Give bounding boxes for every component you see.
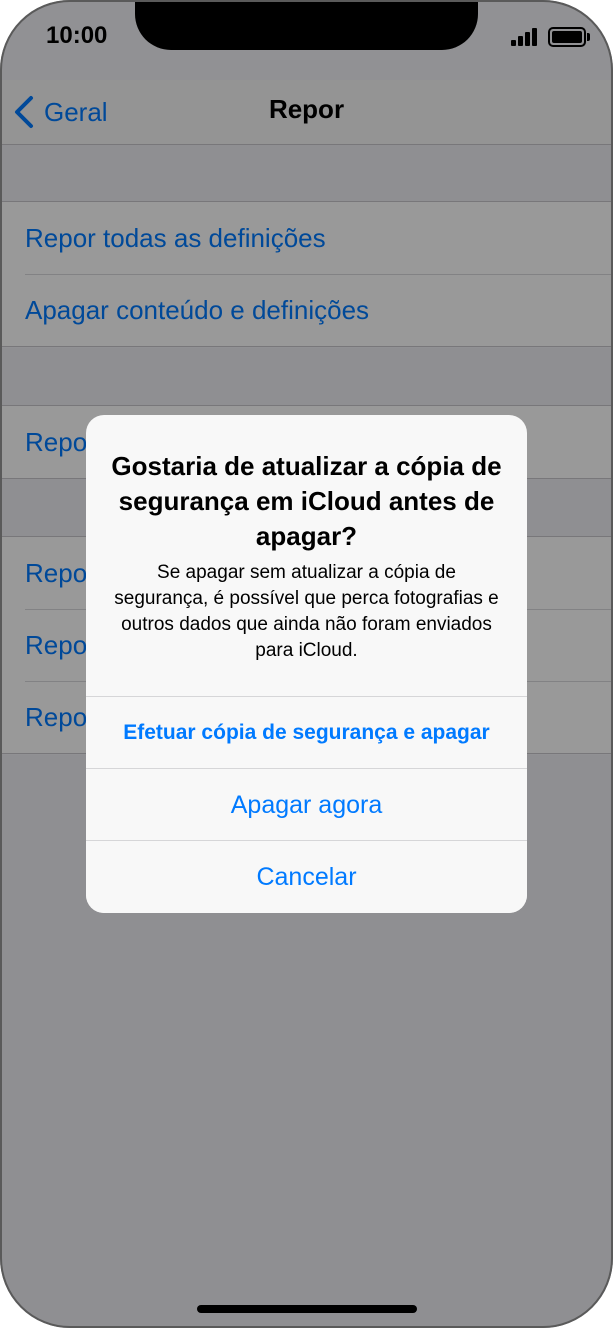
backup-and-erase-button[interactable]: Efetuar cópia de segurança e apagar — [86, 696, 527, 769]
home-indicator[interactable] — [197, 1305, 417, 1313]
alert-body: Gostaria de atualizar a cópia de seguran… — [86, 415, 527, 696]
phone-screen: 10:00 Geral Repor Repor todas as definiç… — [0, 0, 613, 1328]
erase-now-button[interactable]: Apagar agora — [86, 768, 527, 841]
alert-title: Gostaria de atualizar a cópia de seguran… — [111, 451, 502, 551]
alert-dialog: Gostaria de atualizar a cópia de seguran… — [86, 415, 527, 913]
cancel-button[interactable]: Cancelar — [86, 840, 527, 913]
alert-message: Se apagar sem atualizar a cópia de segur… — [114, 562, 499, 661]
